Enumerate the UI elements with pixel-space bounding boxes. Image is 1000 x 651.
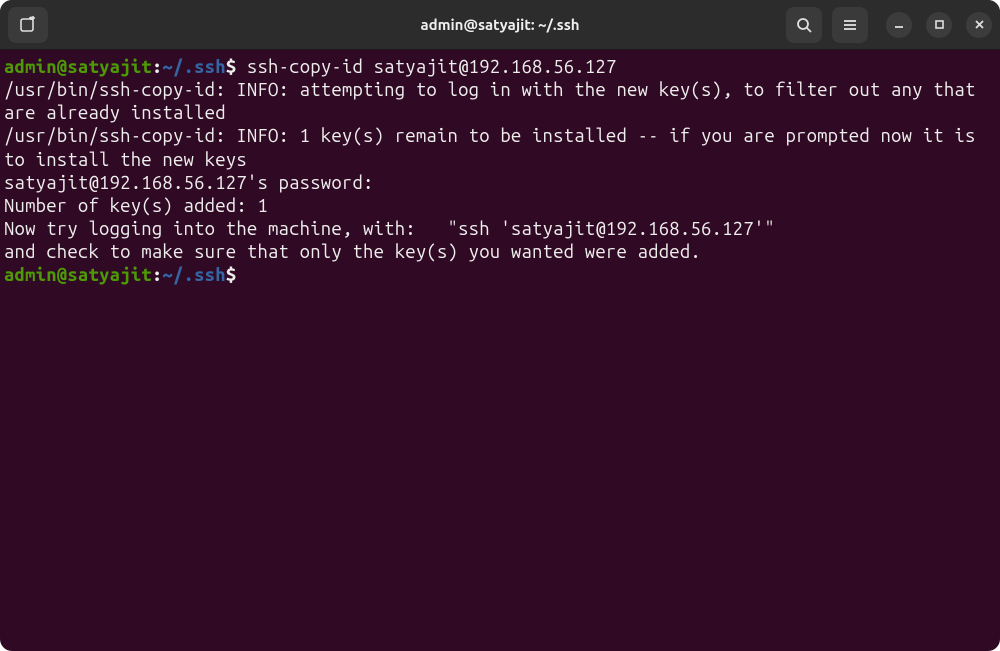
search-button[interactable] xyxy=(786,7,822,43)
new-tab-icon xyxy=(18,15,38,35)
hamburger-icon xyxy=(842,17,858,33)
window-controls xyxy=(886,12,992,38)
maximize-button[interactable] xyxy=(926,12,952,38)
titlebar-left xyxy=(8,7,254,43)
maximize-icon xyxy=(934,19,945,30)
titlebar-right xyxy=(746,7,992,43)
new-tab-button[interactable] xyxy=(8,7,48,43)
terminal-window: admin@satyajit: ~/.ssh xyxy=(0,0,1000,651)
terminal-output-area[interactable]: admin@satyajit:~/.ssh$ ssh-copy-id satya… xyxy=(0,50,1000,651)
window-titlebar: admin@satyajit: ~/.ssh xyxy=(0,0,1000,50)
prompt-colon: : xyxy=(152,57,163,77)
command-cursor xyxy=(236,265,247,285)
close-button[interactable] xyxy=(966,12,992,38)
prompt-user-host: admin@satyajit xyxy=(4,57,152,77)
prompt-path: ~/.ssh xyxy=(162,265,225,285)
prompt-line-1: admin@satyajit:~/.ssh$ ssh-copy-id satya… xyxy=(4,56,994,79)
prompt-symbol: $ xyxy=(226,265,237,285)
window-title: admin@satyajit: ~/.ssh xyxy=(254,16,746,33)
prompt-path: ~/.ssh xyxy=(162,57,225,77)
prompt-colon: : xyxy=(152,265,163,285)
output-line: satyajit@192.168.56.127's password: xyxy=(4,172,994,195)
prompt-user-host: admin@satyajit xyxy=(4,265,152,285)
output-line: Now try logging into the machine, with: … xyxy=(4,218,994,241)
search-icon xyxy=(796,17,812,33)
minimize-button[interactable] xyxy=(886,12,912,38)
command-text: ssh-copy-id satyajit@192.168.56.127 xyxy=(236,57,616,77)
menu-button[interactable] xyxy=(832,7,868,43)
output-line: Number of key(s) added: 1 xyxy=(4,195,994,218)
close-icon xyxy=(974,19,985,30)
output-line: and check to make sure that only the key… xyxy=(4,241,994,264)
prompt-symbol: $ xyxy=(226,57,237,77)
output-line: /usr/bin/ssh-copy-id: INFO: 1 key(s) rem… xyxy=(4,125,994,171)
minimize-icon xyxy=(893,19,905,31)
prompt-line-2: admin@satyajit:~/.ssh$ xyxy=(4,264,994,287)
output-line: /usr/bin/ssh-copy-id: INFO: attempting t… xyxy=(4,79,994,125)
